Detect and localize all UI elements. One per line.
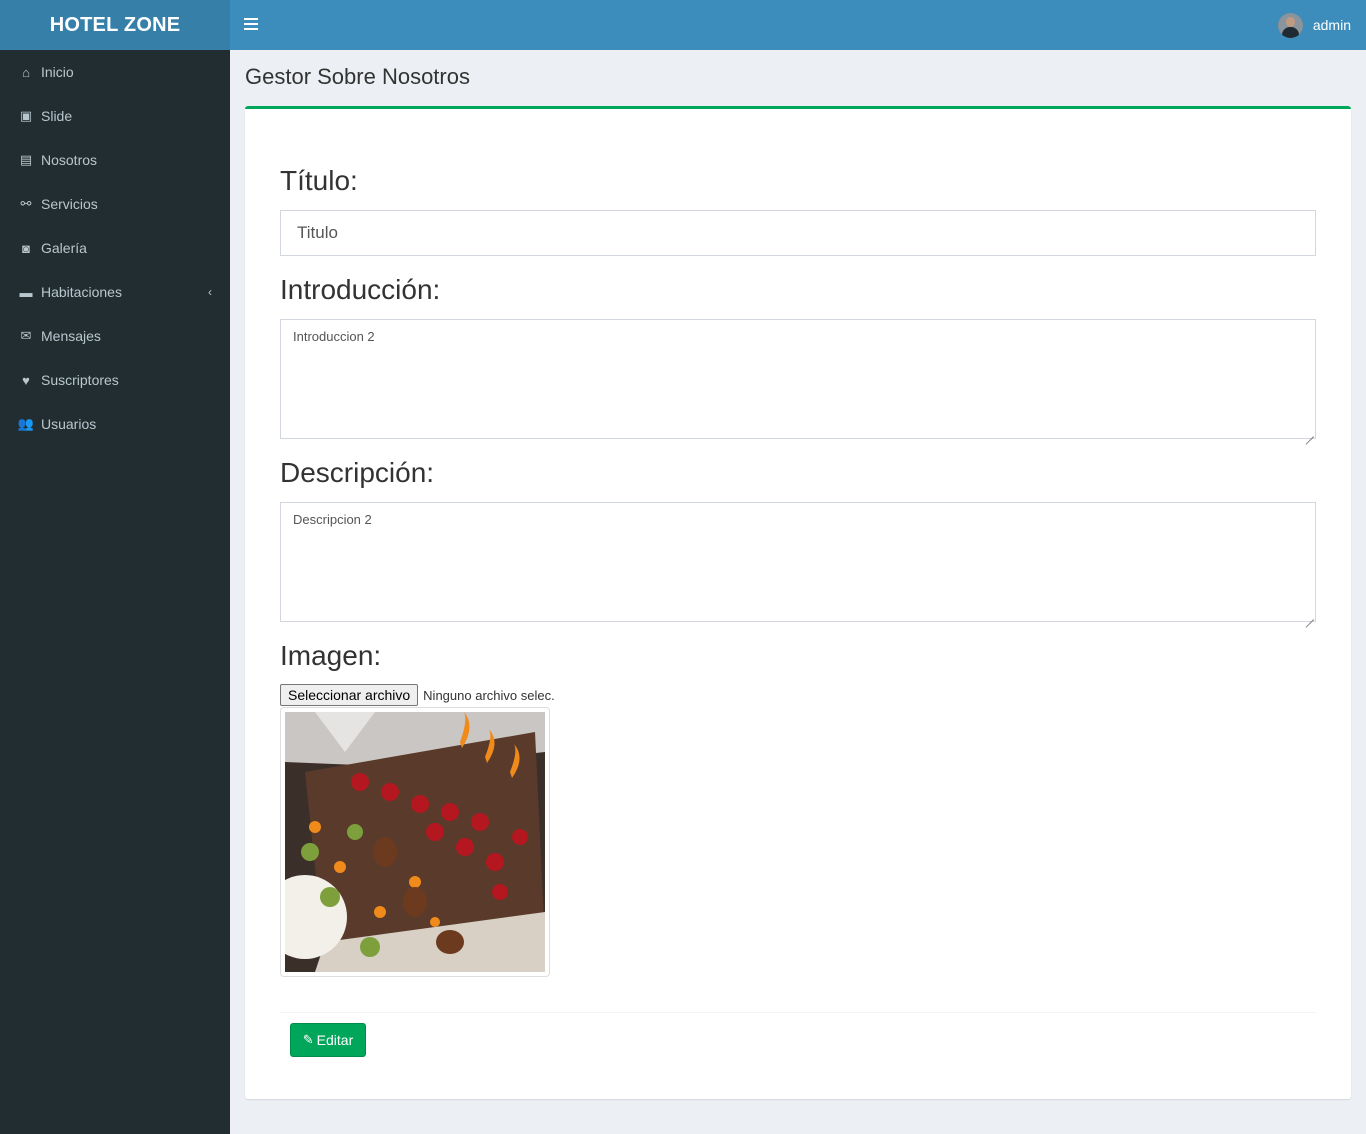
image-icon: ▣: [19, 108, 33, 123]
sidebar-item-label: Mensajes: [41, 328, 101, 344]
image-preview: [280, 707, 550, 977]
sidebar-item-usuarios[interactable]: 👥 Usuarios: [0, 402, 230, 446]
sidebar-item-label: Habitaciones: [41, 284, 122, 300]
titulo-input[interactable]: Titulo: [280, 210, 1316, 256]
app-logo[interactable]: HOTEL ZONE: [0, 0, 230, 50]
sidebar-item-suscriptores[interactable]: ♥ Suscriptores: [0, 358, 230, 402]
sidebar-item-label: Usuarios: [41, 416, 97, 432]
sidebar-item-galeria[interactable]: ◙ Galería: [0, 226, 230, 270]
sidebar-item-label: Nosotros: [41, 152, 98, 168]
handshake-icon: ⚯: [20, 196, 32, 211]
pencil-icon: ✎: [302, 1032, 314, 1047]
edit-button[interactable]: ✎ Editar: [290, 1023, 366, 1057]
titulo-label: Título:: [280, 165, 358, 196]
form-box: Título: Titulo Introducción: Introduccio…: [245, 106, 1351, 1099]
introduccion-textarea[interactable]: Introduccion 2: [280, 319, 1316, 439]
sidebar: ⌂ Inicio ▣ Slide ▤ Nosotros ⚯ Servicios …: [0, 50, 230, 1134]
introduccion-label: Introducción:: [280, 274, 441, 305]
sidebar-item-label: Inicio: [41, 64, 74, 80]
top-navbar: admin: [230, 0, 1366, 50]
page-title: Gestor Sobre Nosotros: [245, 64, 470, 89]
avatar: [1277, 12, 1303, 38]
sidebar-item-label: Galería: [41, 240, 87, 256]
sidebar-item-slide[interactable]: ▣ Slide: [0, 94, 230, 138]
user-menu[interactable]: admin: [1277, 12, 1351, 38]
sidebar-item-nosotros[interactable]: ▤ Nosotros: [0, 138, 230, 182]
heart-icon: ♥: [22, 372, 30, 388]
sidebar-item-label: Slide: [41, 108, 73, 124]
id-card-icon: ▤: [19, 152, 33, 167]
username: admin: [1312, 17, 1351, 33]
descripcion-label: Descripción:: [280, 457, 435, 488]
descripcion-text: Descripcion 2: [293, 512, 372, 527]
sidebar-item-mensajes[interactable]: ✉ Mensajes: [0, 314, 230, 358]
sidebar-item-label: Suscriptores: [41, 372, 119, 388]
desserts-photo: [285, 712, 545, 972]
resize-handle-icon[interactable]: [1305, 428, 1314, 437]
bed-icon: ▬: [19, 284, 33, 300]
users-icon: 👥: [17, 416, 35, 431]
file-input: Seleccionar archivo Ninguno archivo sele…: [280, 684, 555, 706]
edit-button-label: Editar: [316, 1032, 354, 1048]
descripcion-textarea[interactable]: Descripcion 2: [280, 502, 1316, 622]
sidebar-item-inicio[interactable]: ⌂ Inicio: [0, 50, 230, 94]
file-status: Ninguno archivo selec.: [423, 687, 555, 703]
camera-icon: ◙: [22, 240, 30, 256]
chevron-left-icon: ‹: [208, 285, 212, 299]
sidebar-item-servicios[interactable]: ⚯ Servicios: [0, 182, 230, 226]
select-file-button[interactable]: Seleccionar archivo: [280, 684, 419, 706]
home-icon: ⌂: [22, 64, 30, 80]
introduccion-text: Introduccion 2: [293, 329, 375, 344]
sidebar-item-label: Servicios: [41, 196, 98, 212]
desserts-illustration: [285, 712, 545, 972]
sidebar-item-habitaciones[interactable]: ▬ Habitaciones ‹: [0, 270, 230, 314]
resize-handle-icon[interactable]: [1305, 611, 1314, 620]
sidebar-toggle-icon[interactable]: [244, 18, 258, 30]
envelope-icon: ✉: [20, 328, 32, 343]
form-footer-divider: [280, 1012, 1316, 1013]
imagen-label: Imagen:: [280, 640, 382, 671]
